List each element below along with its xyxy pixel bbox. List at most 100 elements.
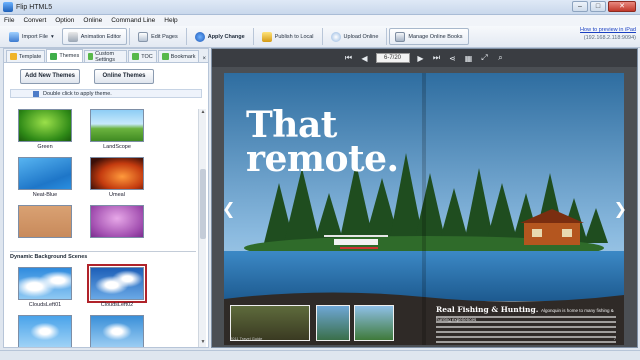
window-title: Flip HTML5 <box>16 3 53 11</box>
fullscreen-icon[interactable]: ⤢ <box>480 53 490 63</box>
maximize-button[interactable]: □ <box>590 1 606 12</box>
theme-preview-image <box>18 109 72 142</box>
tab-bookmark[interactable]: Bookmark <box>157 50 200 62</box>
theme-thumbnail[interactable]: LandScope <box>90 109 144 150</box>
theme-preview-image <box>90 205 144 238</box>
theme-thumbnail[interactable]: Green <box>18 109 72 150</box>
page-indicator[interactable]: 6-7/20 <box>375 53 410 63</box>
hint-text: Double click to apply theme. <box>43 90 112 97</box>
theme-thumbnail[interactable]: Neat-Blue <box>18 157 72 198</box>
theme-thumbnail[interactable] <box>18 205 72 240</box>
next-page-icon[interactable]: ▶ <box>416 54 426 63</box>
minimize-button[interactable]: – <box>572 1 588 12</box>
first-page-icon[interactable]: ⏮ <box>344 53 354 63</box>
last-page-icon[interactable]: ⏭ <box>432 53 442 63</box>
scrollbar-thumb[interactable] <box>200 169 206 239</box>
toolbar-separator <box>129 28 131 45</box>
tab-toc[interactable]: TOC <box>128 50 157 62</box>
scene-preview-image <box>18 315 72 347</box>
animation-editor-button[interactable]: Animation Editor <box>61 28 128 45</box>
settings-panel: Template Themes Custom Settings TOC Book… <box>3 48 209 348</box>
manage-online-books-label: Manage Online Books <box>408 33 463 40</box>
toc-icon <box>132 53 140 60</box>
import-file-label: Import File <box>22 33 48 40</box>
themes-icon <box>50 52 58 60</box>
menu-command-line[interactable]: Command Line <box>111 17 155 24</box>
footer-left: 2011 Travel Guide <box>230 336 263 341</box>
tab-themes[interactable]: Themes <box>46 49 84 62</box>
ipad-preview-help: How to preview in iPad (192.168.2.118:90… <box>580 27 636 41</box>
theme-thumbnail[interactable] <box>90 205 144 240</box>
viewer-toolbar: ⏮ ◀ 6-7/20 ▶ ⏭ ⋖ ▦ ⤢ ⌕ <box>212 49 637 67</box>
flipbook-spread[interactable]: That remote. Real Fishing & Hunting. Alg… <box>224 73 624 345</box>
apply-change-label: Apply Change <box>207 33 245 40</box>
search-icon[interactable]: ⌕ <box>496 53 506 63</box>
animation-editor-label: Animation Editor <box>80 33 122 40</box>
title-bar: Flip HTML5 – □ ✕ <box>0 0 640 15</box>
menu-file[interactable]: File <box>4 17 14 24</box>
tab-custom-settings[interactable]: Custom Settings <box>84 50 128 63</box>
menu-online[interactable]: Online <box>83 17 102 24</box>
theme-thumbnail[interactable]: Umeal <box>90 157 144 198</box>
menu-option[interactable]: Option <box>55 17 74 24</box>
panel-tabs: Template Themes Custom Settings TOC Book… <box>4 49 208 63</box>
apply-change-button[interactable]: Apply Change <box>189 28 251 45</box>
next-spread-arrow-icon[interactable]: ❯ <box>614 199 627 219</box>
scroll-up-icon[interactable]: ▲ <box>199 109 207 117</box>
article-body-text <box>436 316 616 345</box>
theme-preview-image <box>90 109 144 142</box>
menu-bar: File Convert Option Online Command Line … <box>0 15 640 26</box>
scene-thumbnail[interactable]: CloudsLeft01 <box>18 267 72 308</box>
article-title-text: Real Fishing & Hunting. <box>436 305 539 314</box>
toolbar: Import File ▾ Animation Editor Edit Page… <box>0 26 640 48</box>
scene-thumbnail[interactable] <box>90 315 144 347</box>
theme-name: Umeal <box>109 192 125 198</box>
publish-local-button[interactable]: Publish to Local <box>256 28 320 45</box>
tab-themes-label: Themes <box>59 53 80 59</box>
close-tab-icon[interactable]: × <box>200 56 208 62</box>
edit-pages-icon <box>138 31 149 42</box>
publish-icon <box>261 31 272 42</box>
toolbar-separator <box>185 28 187 45</box>
spread-headline: That remote. <box>246 104 399 177</box>
headline-line-1: That <box>246 104 337 146</box>
toolbar-separator <box>321 28 323 45</box>
scene-thumbnail-selected[interactable]: CloudsLeft02 <box>87 264 147 308</box>
hunters-photo <box>354 305 394 341</box>
previous-spread-arrow-icon[interactable]: ❮ <box>222 199 235 219</box>
tab-custom-settings-label: Custom Settings <box>95 50 115 63</box>
fishing-photo <box>316 305 350 341</box>
share-icon[interactable]: ⋖ <box>448 54 458 63</box>
theme-name: Green <box>37 144 53 150</box>
close-button[interactable]: ✕ <box>608 1 636 12</box>
edit-pages-button[interactable]: Edit Pages <box>132 28 184 45</box>
tab-toc-label: TOC <box>141 53 153 60</box>
manage-online-books-button[interactable]: Manage Online Books <box>389 28 469 45</box>
upload-online-button[interactable]: Upload Online <box>325 28 385 45</box>
tab-template-label: Template <box>19 53 42 60</box>
dynamic-scenes-heading: Dynamic Background Scenes <box>10 251 196 260</box>
app-icon <box>3 2 13 12</box>
scene-name: CloudsLeft02 <box>100 302 134 308</box>
tab-template[interactable]: Template <box>6 50 46 62</box>
menu-help[interactable]: Help <box>164 17 177 24</box>
scene-thumbnail[interactable] <box>18 315 72 347</box>
scene-preview-image <box>90 315 144 347</box>
ipad-preview-link[interactable]: How to preview in iPad <box>580 27 636 33</box>
add-new-themes-button[interactable]: Add New Themes <box>20 68 80 84</box>
online-themes-button[interactable]: Online Themes <box>94 68 154 84</box>
manage-books-icon <box>395 31 406 42</box>
scroll-down-icon[interactable]: ▼ <box>199 339 207 347</box>
apply-icon <box>194 31 205 42</box>
dropdown-arrow-icon: ▾ <box>50 33 54 40</box>
gallery-scrollbar[interactable]: ▲ ▼ <box>198 109 206 347</box>
theme-name: Neat-Blue <box>32 192 58 198</box>
thumbnails-icon[interactable]: ▦ <box>464 54 474 63</box>
custom-settings-icon <box>88 53 94 60</box>
template-icon <box>10 53 17 60</box>
menu-convert[interactable]: Convert <box>23 17 46 24</box>
theme-preview-image <box>18 157 72 190</box>
toolbar-separator <box>386 28 388 45</box>
previous-page-icon[interactable]: ◀ <box>360 54 370 63</box>
import-file-button[interactable]: Import File ▾ <box>3 28 60 45</box>
